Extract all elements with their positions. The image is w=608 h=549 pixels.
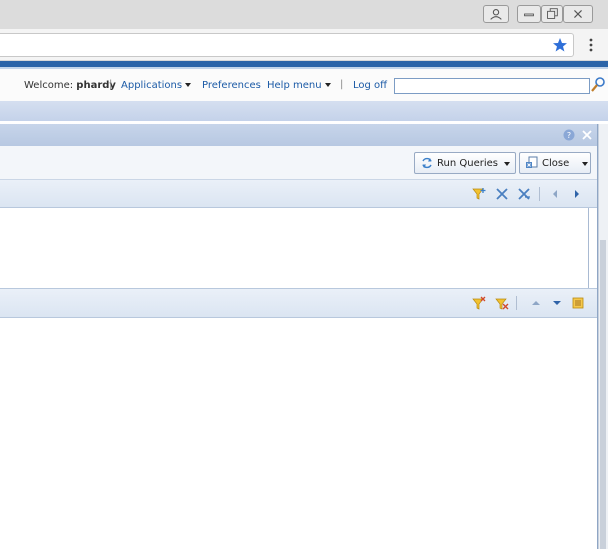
move-up-icon[interactable]: [529, 296, 543, 310]
logoff-link[interactable]: Log off: [353, 80, 387, 91]
delete-all-icon[interactable]: [517, 187, 531, 201]
close-button[interactable]: Close: [519, 152, 591, 174]
chevron-down-icon: [185, 83, 192, 87]
applications-menu-label-wrap[interactable]: Applications: [121, 80, 192, 91]
filter-clear-icon[interactable]: [495, 296, 509, 310]
window-close-button[interactable]: [563, 5, 593, 23]
nav-band: [0, 101, 608, 121]
toolbar-separator: [516, 296, 517, 310]
filter-area: [0, 208, 589, 288]
filter-add-icon[interactable]: [472, 187, 486, 201]
chevron-down-icon: [582, 162, 588, 166]
chevron-down-icon: [504, 162, 510, 166]
header-separator: |: [109, 79, 113, 90]
delete-icon[interactable]: [495, 187, 509, 201]
run-queries-label: Run Queries: [437, 157, 498, 169]
screen: Welcome: phardy | Applications Preferenc…: [0, 0, 608, 549]
restore-button[interactable]: [541, 5, 563, 23]
toolbar-separator: [539, 187, 540, 201]
preferences-link[interactable]: Preferences: [202, 80, 261, 91]
welcome-label: Welcome:: [24, 80, 77, 91]
export-icon[interactable]: [571, 296, 585, 310]
help-icon[interactable]: ?: [563, 129, 575, 141]
minimize-button[interactable]: [517, 5, 541, 23]
address-bar[interactable]: [0, 33, 574, 57]
prev-icon[interactable]: [548, 187, 562, 201]
restore-icon: [547, 8, 558, 19]
close-doc-icon: [526, 156, 538, 168]
search-input[interactable]: [394, 78, 590, 94]
star-icon[interactable]: [552, 37, 568, 53]
filter-remove-icon[interactable]: [472, 296, 486, 310]
browser-toolbar: [0, 29, 608, 61]
close-label: Close: [542, 157, 570, 169]
user-icon: [490, 9, 502, 20]
refresh-icon: [422, 157, 432, 169]
search-icon[interactable]: [590, 76, 606, 94]
chevron-down-icon: [324, 83, 331, 87]
welcome-text: Welcome: phardy: [24, 80, 116, 91]
help-menu[interactable]: Help menu: [267, 80, 331, 91]
scrollbar-thumb[interactable]: [600, 240, 606, 549]
help-menu-label: Help menu: [267, 80, 322, 91]
svg-text:?: ?: [567, 131, 571, 140]
minimize-icon: [524, 13, 534, 17]
move-down-icon[interactable]: [550, 296, 564, 310]
applications-menu-label: Applications: [121, 80, 183, 91]
profile-button[interactable]: [483, 5, 509, 23]
header-separator: |: [340, 79, 344, 90]
next-icon[interactable]: [570, 187, 584, 201]
kebab-menu-icon[interactable]: [586, 37, 596, 53]
close-icon: [574, 10, 582, 18]
panel-title-bar: [0, 124, 597, 146]
run-queries-button[interactable]: Run Queries: [414, 152, 516, 174]
panel-close-icon[interactable]: [581, 129, 593, 141]
